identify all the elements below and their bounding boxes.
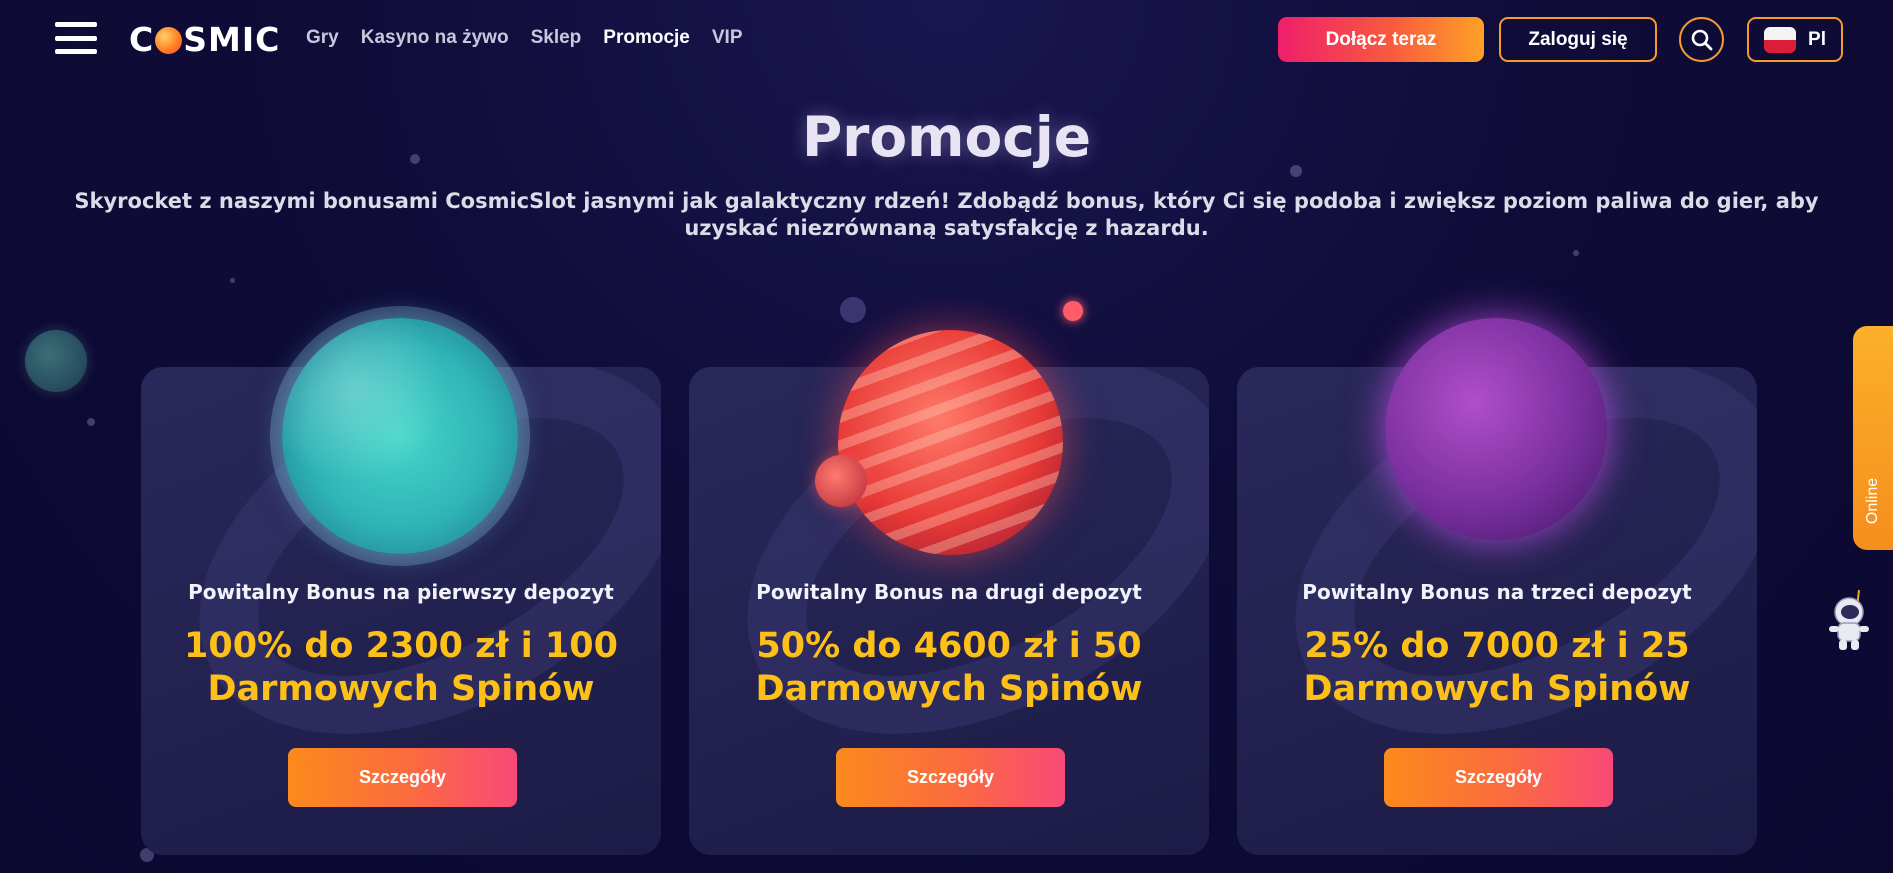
details-button[interactable]: Szczegóły: [288, 748, 517, 807]
astronaut-icon[interactable]: [1823, 590, 1875, 652]
details-button[interactable]: Szczegóły: [836, 748, 1065, 807]
promo-card-label: Powitalny Bonus na pierwszy depozyt: [188, 580, 614, 604]
promo-card-label: Powitalny Bonus na drugi depozyt: [756, 580, 1142, 604]
nav-sklep[interactable]: Sklep: [531, 27, 582, 49]
page-subtitle: Skyrocket z naszymi bonusami CosmicSlot …: [74, 189, 1819, 240]
search-button[interactable]: [1679, 17, 1724, 62]
online-tab-label: Online: [1864, 477, 1881, 525]
logo-planet-icon: [155, 27, 183, 54]
red-moon-icon: [815, 455, 867, 507]
promo-card-label: Powitalny Bonus na trzeci depozyt: [1302, 580, 1692, 604]
poland-flag-icon: [1764, 26, 1797, 53]
decorative-planet-icon: [25, 330, 87, 392]
online-support-tab[interactable]: Online: [1853, 326, 1893, 550]
language-label: Pl: [1808, 28, 1826, 50]
red-planet-icon: [838, 330, 1063, 555]
promo-card-value: 50% do 4600 zł i 50 Darmowych Spinów: [755, 626, 1143, 709]
decorative-dot-icon: [1063, 301, 1083, 321]
cosmic-logo[interactable]: C SMIC: [129, 20, 280, 59]
nav-vip[interactable]: VIP: [712, 27, 743, 49]
nav-kasyno-na-zywo[interactable]: Kasyno na żywo: [361, 27, 509, 49]
logo-letters-smic: SMIC: [183, 20, 281, 59]
join-now-button[interactable]: Dołącz teraz: [1278, 17, 1484, 62]
search-icon: [1691, 29, 1712, 50]
teal-planet-icon: [282, 318, 518, 554]
nav-gry[interactable]: Gry: [306, 27, 339, 49]
details-button[interactable]: Szczegóły: [1384, 748, 1613, 807]
main-nav: Gry Kasyno na żywo Sklep Promocje VIP: [306, 27, 743, 49]
purple-planet-icon: [1385, 318, 1607, 540]
promo-card-value: 25% do 7000 zł i 25 Darmowych Spinów: [1303, 626, 1691, 709]
promo-card-value: 100% do 2300 zł i 100 Darmowych Spinów: [184, 626, 618, 709]
decorative-dot-icon: [840, 297, 866, 323]
login-button[interactable]: Zaloguj się: [1499, 17, 1657, 62]
site-header: C SMIC Gry Kasyno na żywo Sklep Promocje …: [0, 0, 1893, 78]
language-selector[interactable]: Pl: [1747, 17, 1843, 62]
logo-letter-c: C: [129, 20, 155, 59]
page-title: Promocje: [801, 105, 1092, 169]
nav-promocje[interactable]: Promocje: [603, 27, 690, 49]
hamburger-menu-icon[interactable]: [55, 22, 97, 54]
